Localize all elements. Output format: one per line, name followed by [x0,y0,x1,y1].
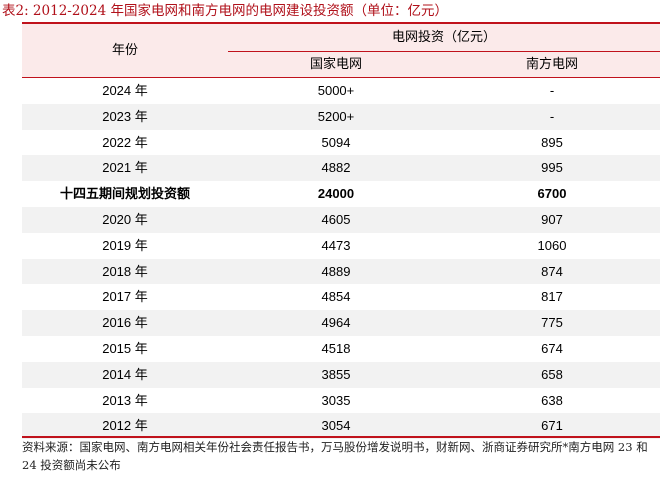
row-label: 2016 年 [102,315,148,331]
table-row: 2022 年 5094 895 [22,130,660,156]
southern-grid-value: 638 [541,392,563,408]
state-grid-value: 4518 [321,340,351,356]
table-row: 十四五期间规划投资额 24000 6700 [22,181,660,207]
southern-grid-value: 895 [541,134,563,150]
table-body: 2024 年 5000+ -2023 年 5200+ -2022 年 5094 895 202… [22,78,660,440]
state-grid-value: 4964 [321,315,351,331]
southern-grid-value: 6700 [537,186,567,202]
state-grid-value: 24000 [317,186,355,202]
southern-grid-value: 658 [541,366,563,382]
table-row: 2024 年 5000+ - [22,78,660,104]
table-row: 2016 年 4964 775 [22,310,660,336]
state-grid-value: 5094 [321,134,351,150]
table-row: 2021 年 4882 995 [22,155,660,182]
southern-grid-value: 775 [541,315,563,331]
state-grid-value: 4889 [321,263,351,279]
table-row: 2015 年 4518 674 [22,336,660,362]
table-row: 2018 年 4889 874 [22,258,660,285]
row-label: 2021 年 [102,160,148,176]
row-label: 2023 年 [102,108,148,124]
state-grid-value: 5000+ [317,83,355,98]
southern-grid-value: 817 [541,289,563,305]
southern-grid-value: 907 [541,211,563,227]
row-label: 2013 年 [102,392,148,408]
table-row: 2020 年 4605 907 [22,206,660,233]
row-label: 2022 年 [102,134,148,150]
state-grid-value: 4473 [321,237,351,253]
table-row: 2013 年 3035 638 [22,388,660,414]
header-southern-grid: 南方电网 [444,52,660,78]
row-label: 2019 年 [102,237,148,253]
southern-grid-value: 874 [541,263,563,279]
southern-grid-value: - [549,83,555,98]
source-note: 资料来源：国家电网、南方电网相关年份社会责任报告书，万马股份增发说明书，财新网、… [22,440,648,472]
table-row: 2017 年 4854 817 [22,284,660,310]
southern-grid-value: 1060 [537,237,567,253]
state-grid-value: 4882 [321,160,351,176]
table-row: 2023 年 5200+ - [22,103,660,130]
table-row: 2019 年 4473 1060 [22,233,660,259]
header-group: 电网投资（亿元） [228,24,660,51]
row-label: 十四五期间规划投资额 [59,186,190,202]
state-grid-value: 3855 [321,366,351,382]
row-label: 2024 年 [102,83,148,98]
southern-grid-value: 995 [541,160,563,176]
header-year: 年份 [22,24,228,78]
row-label: 2018 年 [102,263,148,279]
row-label: 2015 年 [102,340,148,356]
southern-grid-value: - [549,108,555,124]
state-grid-value: 5200+ [317,108,355,124]
state-grid-value: 3035 [321,392,351,408]
table-row: 2014 年 3855 658 [22,361,660,388]
row-label: 2020 年 [102,211,148,227]
southern-grid-value: 674 [541,340,563,356]
state-grid-value: 4854 [321,289,351,305]
row-label: 2014 年 [102,366,148,382]
header-state-grid: 国家电网 [228,52,444,78]
state-grid-value: 4605 [321,211,351,227]
table-caption: 表2: 2012-2024 年国家电网和南方电网的电网建设投资额（单位：亿元） [2,3,448,19]
row-label: 2017 年 [102,289,148,305]
